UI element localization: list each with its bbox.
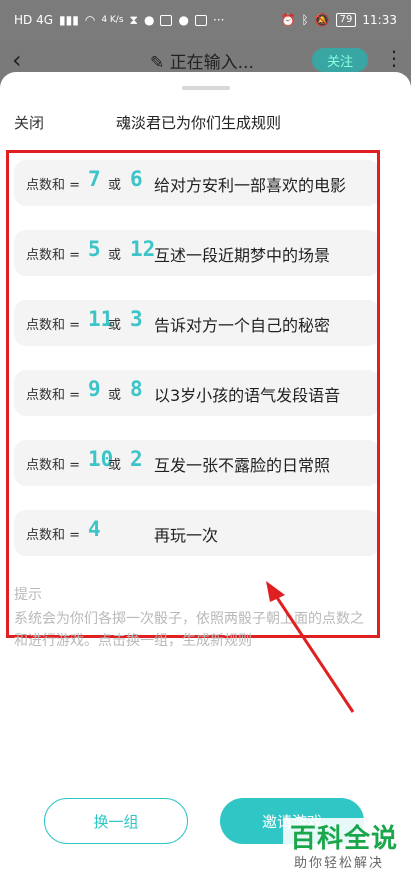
watermark-slogan: 助你轻松解决	[294, 856, 385, 871]
watermark-logo: 百科全说	[290, 824, 399, 854]
annotation-arrow-icon	[266, 581, 355, 713]
